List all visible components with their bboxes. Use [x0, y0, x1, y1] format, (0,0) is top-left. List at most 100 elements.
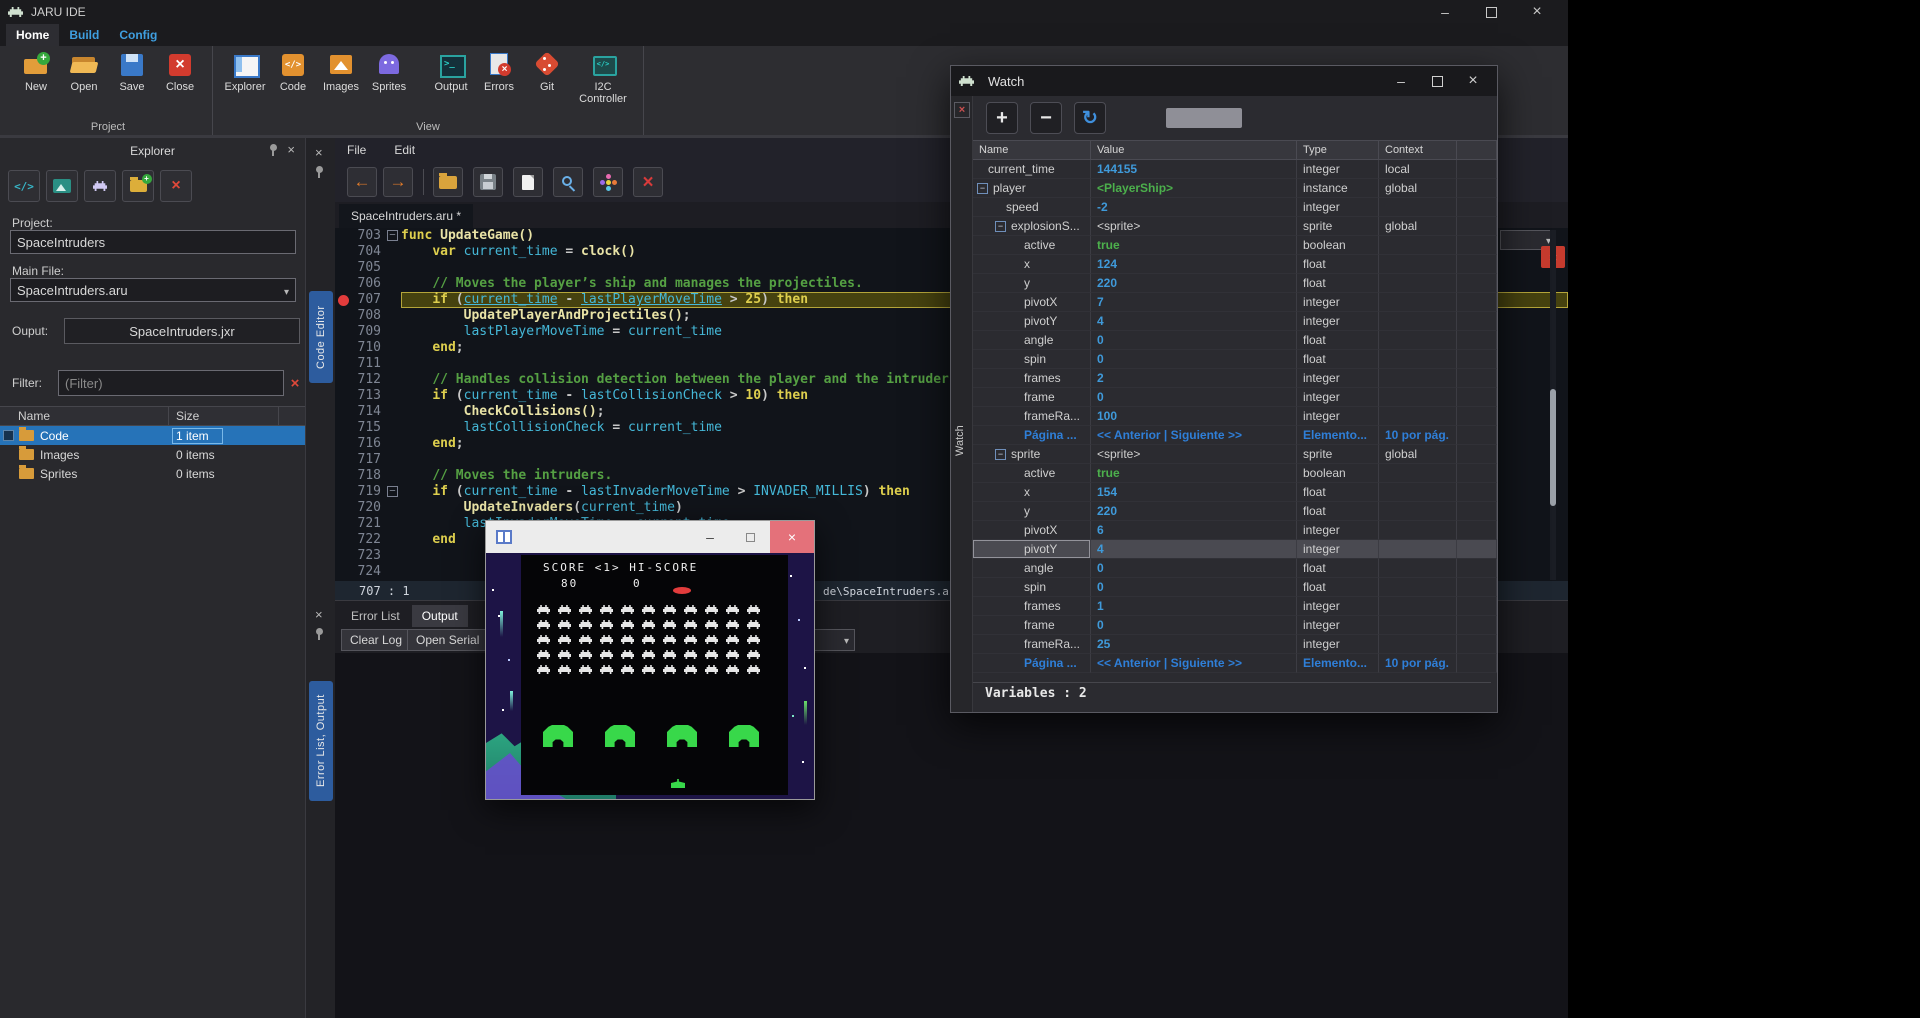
watch-minimize-button[interactable] [1383, 66, 1419, 96]
watch-row[interactable]: y220float [973, 274, 1497, 293]
tab-spaceintruders-aru[interactable]: SpaceIntruders.aru * [339, 204, 473, 228]
collapse-toggle[interactable]: − [995, 449, 1006, 460]
watch-row[interactable]: −explosionS...<sprite>spriteglobal [973, 217, 1497, 236]
clear-log-button[interactable]: Clear Log [341, 629, 411, 651]
watch-row[interactable]: spin0float [973, 350, 1497, 369]
main-file-select[interactable]: SpaceIntruders.aru [10, 278, 296, 302]
watch-row[interactable]: x124float [973, 255, 1497, 274]
watch-filter-input[interactable] [1166, 108, 1242, 128]
ribbon-item-output[interactable]: Output [427, 48, 475, 93]
watch-row[interactable]: pivotY4integer [973, 312, 1497, 331]
pin-icon[interactable] [270, 144, 277, 151]
watch-row[interactable]: angle0float [973, 331, 1497, 350]
close-panel-icon[interactable]: × [287, 143, 295, 156]
collapse-toggle[interactable]: − [995, 221, 1006, 232]
save-file-button[interactable] [473, 167, 503, 197]
add-watch-button[interactable] [986, 102, 1018, 134]
ribbon-item-close[interactable]: Close [156, 48, 204, 93]
game-close-button[interactable]: × [770, 521, 814, 553]
collapse-toggle[interactable]: − [977, 183, 988, 194]
expand-toggle[interactable] [3, 430, 14, 441]
menu-config[interactable]: Config [109, 24, 167, 46]
watch-row[interactable]: frame0integer [973, 388, 1497, 407]
watch-row[interactable]: speed-2integer [973, 198, 1497, 217]
tab-output[interactable]: Output [412, 605, 468, 627]
editor-scrollbar[interactable] [1550, 230, 1556, 580]
remove-watch-button[interactable] [1030, 102, 1062, 134]
watch-row[interactable]: activetrueboolean [973, 464, 1497, 483]
ribbon-item-images[interactable]: Images [317, 48, 365, 93]
ribbon-item-save[interactable]: Save [108, 48, 156, 93]
sprite-tool-button[interactable] [84, 170, 116, 202]
open-file-button[interactable] [433, 167, 463, 197]
minimize-button[interactable] [1422, 0, 1468, 24]
fold-marker[interactable]: – [387, 486, 398, 497]
close-panel-icon[interactable]: × [954, 102, 970, 118]
watch-close-button[interactable] [1455, 66, 1491, 96]
pin-icon[interactable] [316, 166, 323, 173]
game-minimize-button[interactable]: – [690, 521, 730, 553]
project-input[interactable] [10, 230, 296, 254]
watch-row[interactable]: angle0float [973, 559, 1497, 578]
watch-row[interactable]: spin0float [973, 578, 1497, 597]
refresh-watch-button[interactable] [1074, 102, 1106, 134]
watch-row[interactable]: frames1integer [973, 597, 1497, 616]
code-tool-button[interactable] [8, 170, 40, 202]
ribbon-item-new[interactable]: New [12, 48, 60, 93]
pin-icon[interactable] [316, 628, 323, 635]
open-serial-button[interactable]: Open Serial [407, 629, 488, 651]
add-folder-button[interactable] [122, 170, 154, 202]
filter-input[interactable] [58, 370, 284, 396]
breakpoint-icon[interactable] [338, 295, 349, 306]
menu-home[interactable]: Home [6, 24, 59, 46]
delete-button[interactable] [160, 170, 192, 202]
tree-row-images[interactable]: Images 0 items [0, 445, 305, 464]
tab-error-list[interactable]: Error List [341, 605, 410, 627]
tree-row-code[interactable]: Code 1 item [0, 426, 305, 445]
watch-row[interactable]: Página ...<< Anterior | Siguiente >>Elem… [973, 426, 1497, 445]
menu-edit[interactable]: Edit [394, 143, 415, 157]
menu-file[interactable]: File [347, 143, 366, 157]
watch-maximize-button[interactable] [1419, 66, 1455, 96]
image-tool-button[interactable] [46, 170, 78, 202]
game-maximize-button[interactable] [730, 521, 770, 553]
watch-row[interactable]: current_time144155integerlocal [973, 160, 1497, 179]
clear-filter-icon[interactable]: × [287, 370, 303, 396]
close-file-button[interactable] [633, 167, 663, 197]
watch-row[interactable]: −player<PlayerShip>instanceglobal [973, 179, 1497, 198]
fold-marker[interactable]: – [387, 230, 398, 241]
watch-row[interactable]: pivotX7integer [973, 293, 1497, 312]
watch-row[interactable]: x154float [973, 483, 1497, 502]
watch-row[interactable]: frame0integer [973, 616, 1497, 635]
vertical-tab-error-output[interactable]: Error List, Output [309, 681, 333, 801]
close-panel-icon[interactable]: × [315, 146, 323, 159]
scrollbar-thumb[interactable] [1550, 389, 1556, 506]
vertical-tab-code-editor[interactable]: Code Editor [309, 291, 333, 383]
new-document-button[interactable] [513, 167, 543, 197]
search-button[interactable] [553, 167, 583, 197]
vertical-tab-watch[interactable]: Watch [954, 396, 966, 456]
watch-row[interactable]: −sprite<sprite>spriteglobal [973, 445, 1497, 464]
watch-row[interactable]: pivotY4integer [973, 540, 1497, 559]
watch-row[interactable]: pivotX6integer [973, 521, 1497, 540]
watch-row[interactable]: activetrueboolean [973, 236, 1497, 255]
menu-build[interactable]: Build [59, 24, 109, 46]
ribbon-item-i2c-controller[interactable]: I2C Controller [571, 48, 635, 105]
watch-row[interactable]: Página ...<< Anterior | Siguiente >>Elem… [973, 654, 1497, 673]
forward-button[interactable] [383, 167, 413, 197]
ribbon-item-sprites[interactable]: Sprites [365, 48, 413, 93]
ribbon-item-errors[interactable]: Errors [475, 48, 523, 93]
watch-row[interactable]: y220float [973, 502, 1497, 521]
watch-row[interactable]: frameRa...100integer [973, 407, 1497, 426]
watch-row[interactable]: frames2integer [973, 369, 1497, 388]
ribbon-item-explorer[interactable]: Explorer [221, 48, 269, 93]
watch-row[interactable]: frameRa...25integer [973, 635, 1497, 654]
tree-row-sprites[interactable]: Sprites 0 items [0, 464, 305, 483]
settings-button[interactable] [593, 167, 623, 197]
back-button[interactable] [347, 167, 377, 197]
close-panel-icon[interactable]: × [315, 608, 323, 621]
ribbon-item-git[interactable]: Git [523, 48, 571, 93]
close-button[interactable] [1514, 0, 1560, 24]
ribbon-item-code[interactable]: Code [269, 48, 317, 93]
maximize-button[interactable] [1468, 0, 1514, 24]
